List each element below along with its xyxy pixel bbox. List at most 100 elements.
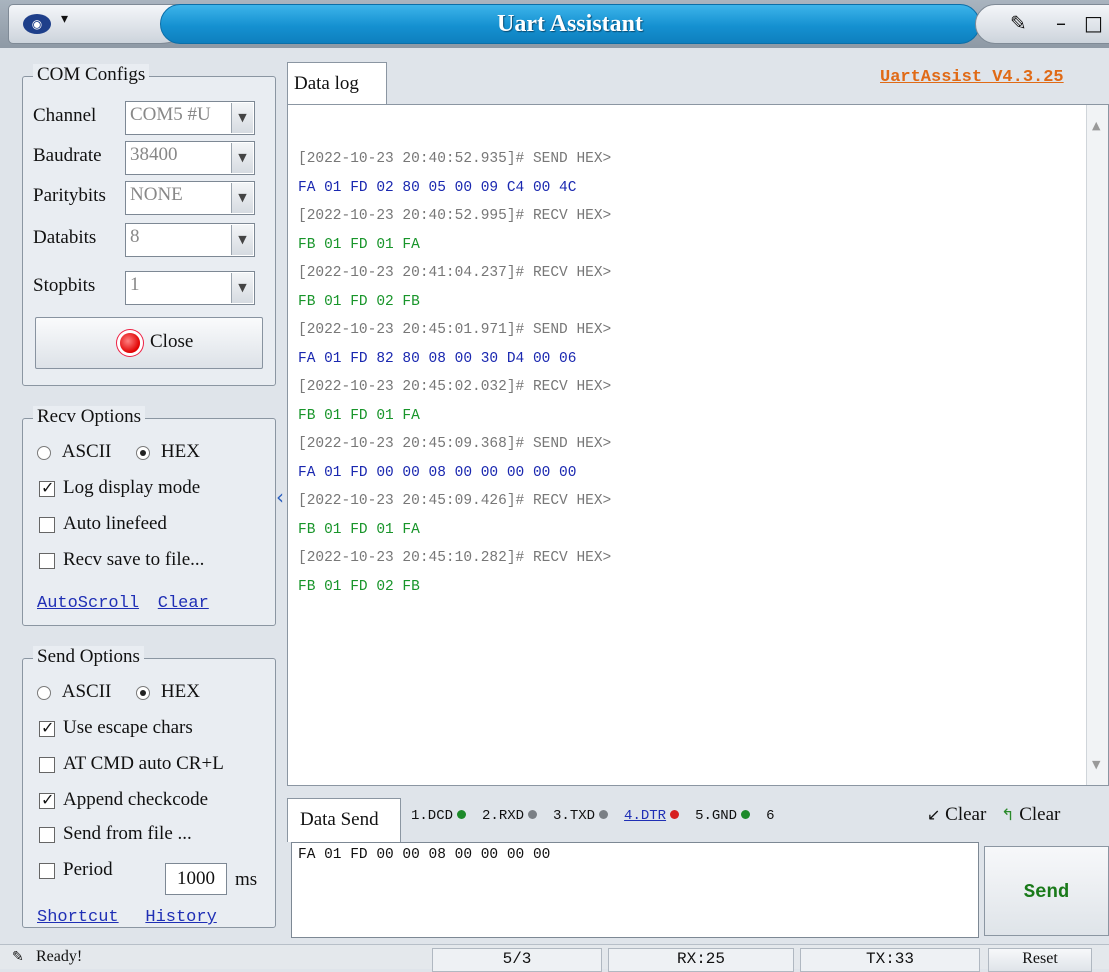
at-cmd-option[interactable]: AT CMD auto CR+L xyxy=(39,753,224,775)
send-from-file-checkbox[interactable] xyxy=(39,826,55,843)
log-sent-data-line: FA 01 FD 02 80 05 00 09 C4 00 4C xyxy=(298,179,577,196)
status-counter: 5/3 xyxy=(432,948,602,972)
send-data-input[interactable]: FA 01 FD 00 00 08 00 00 00 00 xyxy=(291,842,979,938)
baudrate-label: Baudrate xyxy=(33,145,102,166)
period-unit: ms xyxy=(235,869,258,890)
log-scrollbar[interactable]: ▲ ▼ xyxy=(1086,105,1108,785)
pin-status-dot-icon xyxy=(599,810,609,819)
send-strip: Data Send 1.DCD 2.RXD 3.TXD 4.DTR 5.GND 6 ↙ C… xyxy=(287,796,1109,842)
log-display-mode-checkbox[interactable] xyxy=(39,478,55,497)
clear-all-icon[interactable]: ↰ xyxy=(1001,805,1014,824)
scroll-down-icon[interactable]: ▼ xyxy=(1092,758,1100,771)
period-option: Period xyxy=(39,859,113,881)
send-options-legend: Send Options xyxy=(33,646,144,668)
log-timestamp-line: [2022-10-23 20:45:09.368]# SEND HEX> xyxy=(298,436,612,452)
chevron-down-icon[interactable]: ▼ xyxy=(231,225,253,255)
log-received-data-line: FB 01 FD 01 FA xyxy=(298,407,420,424)
period-input[interactable]: 1000 xyxy=(165,863,227,895)
databits-select[interactable]: 8 ▼ xyxy=(125,223,255,257)
window-controls: ✎ – □ xyxy=(975,4,1109,44)
log-received-data-line: FB 01 FD 01 FA xyxy=(298,521,420,538)
stopbits-row: Stopbits 1 ▼ xyxy=(23,271,275,305)
pin-label: 4.DTR xyxy=(624,808,667,824)
recv-hex-label: HEX xyxy=(160,441,200,462)
maximize-icon[interactable]: □ xyxy=(1084,11,1103,35)
stopbits-value: 1 xyxy=(130,274,140,295)
clear-send-icon[interactable]: ↙ xyxy=(927,805,940,824)
log-received-data-line: FB 01 FD 02 FB xyxy=(298,293,420,310)
auto-linefeed-checkbox[interactable] xyxy=(39,516,55,533)
append-checkcode-option[interactable]: Append checkcode xyxy=(39,789,208,811)
auto-linefeed-option[interactable]: Auto linefeed xyxy=(39,513,167,535)
pin-label: 3.TXD xyxy=(553,808,596,824)
chevron-down-icon[interactable]: ▼ xyxy=(231,183,253,213)
scroll-up-icon[interactable]: ▲ xyxy=(1092,119,1100,132)
recv-ascii-radio[interactable] xyxy=(37,445,51,460)
autoscroll-link[interactable]: AutoScroll xyxy=(37,594,139,613)
pin-label: 5.GND xyxy=(695,808,738,824)
shortcut-link[interactable]: Shortcut xyxy=(37,908,119,927)
at-cmd-checkbox[interactable] xyxy=(39,756,55,773)
reset-button[interactable]: Reset xyxy=(988,948,1092,972)
escape-chars-checkbox[interactable] xyxy=(39,718,55,737)
auto-linefeed-label: Auto linefeed xyxy=(63,513,167,534)
chevron-down-icon[interactable]: ▼ xyxy=(231,143,253,173)
chevron-down-icon[interactable]: ▼ xyxy=(231,103,253,133)
close-port-button[interactable]: Close xyxy=(35,317,263,369)
minimize-icon[interactable]: – xyxy=(1056,11,1066,35)
serial-pins: 1.DCD 2.RXD 3.TXD 4.DTR 5.GND 6 xyxy=(411,808,790,824)
pin-label: 6 xyxy=(766,808,775,824)
pin-icon[interactable]: ✎ xyxy=(1010,11,1027,35)
channel-select[interactable]: COM5 #U ▼ xyxy=(125,101,255,135)
status-icon: ✎ xyxy=(12,949,24,965)
port-status-led-icon xyxy=(120,333,140,353)
baudrate-select[interactable]: 38400 ▼ xyxy=(125,141,255,175)
log-lines: [2022-10-23 20:40:52.935]# SEND HEX> FA 0… xyxy=(298,145,611,601)
pin-indicator[interactable]: 4.DTR xyxy=(624,808,680,824)
send-ascii-radio[interactable] xyxy=(37,685,51,700)
pin-status-dot-icon xyxy=(670,810,680,819)
pin-indicator[interactable]: 6 xyxy=(766,808,774,824)
pin-indicator[interactable]: 3.TXD xyxy=(553,808,609,824)
log-display-mode-option[interactable]: Log display mode xyxy=(39,477,200,499)
clear-recv-link[interactable]: Clear xyxy=(158,594,209,613)
period-label: Period xyxy=(63,859,113,880)
log-received-data-line: FB 01 FD 02 FB xyxy=(298,578,420,595)
pin-indicator[interactable]: 5.GND xyxy=(695,808,751,824)
databits-value: 8 xyxy=(130,226,140,247)
escape-chars-option[interactable]: Use escape chars xyxy=(39,717,193,739)
stopbits-label: Stopbits xyxy=(33,275,96,296)
tab-data-log[interactable]: Data log xyxy=(287,62,387,104)
log-timestamp-line: [2022-10-23 20:45:10.282]# RECV HEX> xyxy=(298,550,612,566)
version-link[interactable]: UartAssist V4.3.25 xyxy=(880,68,1064,87)
recv-options-legend: Recv Options xyxy=(33,406,145,428)
status-bar: ✎ Ready! 5/3 RX:25 TX:33 Reset xyxy=(0,944,1109,972)
pin-indicator[interactable]: 2.RXD xyxy=(482,808,538,824)
collapse-panel-icon[interactable]: ‹ xyxy=(276,485,284,509)
clear-send-button[interactable]: Clear xyxy=(945,804,986,825)
history-link[interactable]: History xyxy=(145,908,216,927)
com-configs-group: COM Configs Channel COM5 #U ▼ Baudrate 38… xyxy=(22,64,276,386)
send-from-file-option[interactable]: Send from file ... xyxy=(39,823,192,845)
stopbits-select[interactable]: 1 ▼ xyxy=(125,271,255,305)
recv-save-label: Recv save to file... xyxy=(63,549,205,570)
recv-hex-radio[interactable] xyxy=(136,445,151,460)
paritybits-select[interactable]: NONE ▼ xyxy=(125,181,255,215)
period-checkbox[interactable] xyxy=(39,862,55,879)
append-checkcode-checkbox[interactable] xyxy=(39,790,55,809)
chevron-down-icon[interactable]: ▼ xyxy=(231,273,253,303)
pin-indicator[interactable]: 1.DCD xyxy=(411,808,467,824)
clear-buttons: ↙ Clear ↰ Clear xyxy=(927,804,1060,826)
send-format-row: ASCII HEX xyxy=(37,681,200,703)
tab-data-send[interactable]: Data Send xyxy=(287,798,401,842)
pin-label: 1.DCD xyxy=(411,808,454,824)
send-hex-radio[interactable] xyxy=(136,685,151,700)
send-button[interactable]: Send xyxy=(984,846,1109,936)
com-configs-legend: COM Configs xyxy=(33,64,150,86)
recv-save-option[interactable]: Recv save to file... xyxy=(39,549,204,571)
databits-row: Databits 8 ▼ xyxy=(23,223,275,257)
log-display-mode-label: Log display mode xyxy=(63,477,201,498)
clear-all-button[interactable]: Clear xyxy=(1019,804,1060,825)
log-sent-data-line: FA 01 FD 82 80 08 00 30 D4 00 06 xyxy=(298,350,577,367)
recv-save-checkbox[interactable] xyxy=(39,552,55,569)
